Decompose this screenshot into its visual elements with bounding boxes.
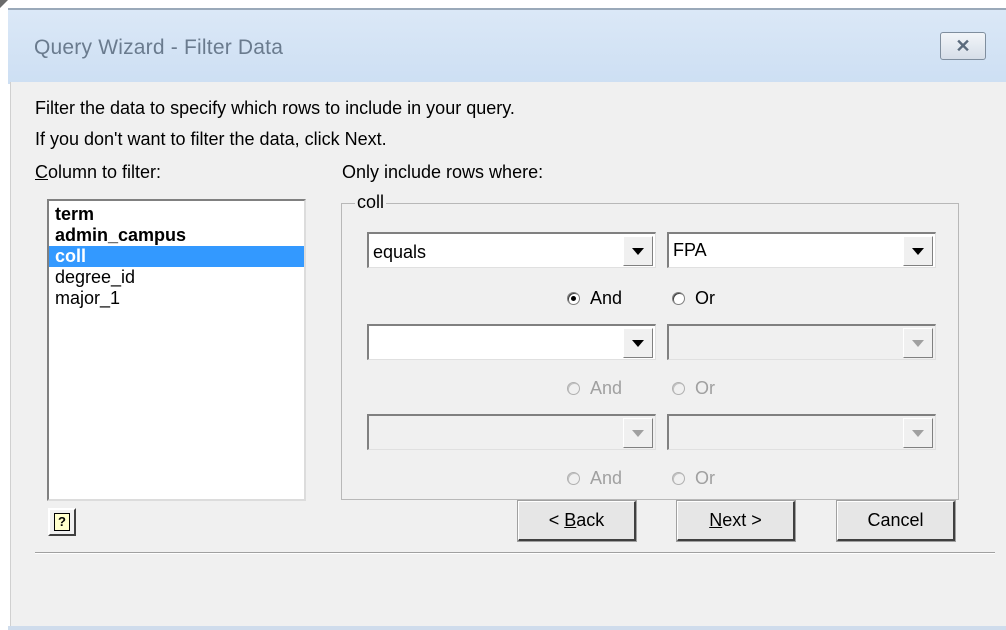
operator-combo-3 bbox=[367, 414, 656, 450]
close-button[interactable]: ✕ bbox=[940, 32, 986, 60]
column-label-rest: olumn to filter: bbox=[48, 162, 162, 182]
or-radio-1[interactable]: Or bbox=[672, 288, 715, 309]
or-radio-3: Or bbox=[672, 468, 715, 489]
column-item-term[interactable]: term bbox=[49, 204, 304, 225]
dialog-body: Filter the data to specify which rows to… bbox=[10, 82, 1006, 630]
cancel-button[interactable]: Cancel bbox=[836, 500, 956, 542]
back-accel: B bbox=[564, 510, 577, 530]
value-dropdown-1[interactable] bbox=[903, 236, 933, 266]
value-combo-1[interactable]: FPA bbox=[667, 232, 936, 268]
back-label: < Back bbox=[549, 510, 605, 531]
and-label-3: And bbox=[590, 468, 623, 488]
back-prefix: < bbox=[548, 510, 565, 530]
chevron-down-icon bbox=[912, 339, 924, 347]
chevron-down-icon bbox=[632, 429, 644, 437]
value-combo-2 bbox=[667, 324, 936, 360]
help-icon: ? bbox=[54, 513, 70, 531]
next-label: Next > bbox=[709, 510, 762, 531]
value-dropdown-2 bbox=[903, 328, 933, 358]
radio-icon bbox=[672, 292, 685, 305]
column-listbox[interactable]: term admin_campus coll degree_id major_1 bbox=[47, 199, 306, 501]
next-accel: N bbox=[709, 510, 723, 530]
column-to-filter-label: Column to filter: bbox=[35, 162, 161, 183]
column-label-accel: C bbox=[35, 162, 48, 182]
column-item-coll[interactable]: coll bbox=[49, 246, 304, 267]
window-corner bbox=[0, 0, 8, 8]
instruction-line-2: If you don't want to filter the data, cl… bbox=[35, 129, 387, 149]
back-button[interactable]: < Back bbox=[517, 500, 637, 542]
instruction-line-1: Filter the data to specify which rows to… bbox=[35, 98, 515, 118]
and-label-1: And bbox=[590, 288, 623, 308]
or-radio-2: Or bbox=[672, 378, 715, 399]
back-rest: ack bbox=[576, 510, 605, 530]
criteria-group-title: coll bbox=[355, 192, 387, 213]
and-radio-2: And bbox=[567, 378, 622, 399]
column-item-degree-id[interactable]: degree_id bbox=[49, 267, 304, 288]
radio-icon bbox=[567, 472, 580, 485]
window-title: Query Wizard - Filter Data bbox=[34, 36, 284, 59]
separator bbox=[35, 552, 995, 554]
operator-value-1: equals bbox=[373, 242, 427, 262]
radio-icon bbox=[567, 382, 580, 395]
chevron-down-icon bbox=[912, 429, 924, 437]
operator-combo-1[interactable]: equals bbox=[367, 232, 656, 268]
and-radio-1[interactable]: And bbox=[567, 288, 622, 309]
next-button[interactable]: Next > bbox=[676, 500, 796, 542]
radio-icon bbox=[672, 472, 685, 485]
criteria-label: Only include rows where: bbox=[342, 162, 544, 182]
and-radio-3: And bbox=[567, 468, 622, 489]
window-frame-bottom bbox=[8, 626, 1006, 630]
column-item-admin-campus[interactable]: admin_campus bbox=[49, 225, 304, 246]
or-label-2: Or bbox=[695, 378, 715, 398]
title-bar[interactable]: Query Wizard - Filter Data ✕ bbox=[8, 8, 1006, 84]
radio-checked-icon bbox=[567, 292, 580, 305]
operator-dropdown-1[interactable] bbox=[623, 236, 653, 266]
next-rest: ext > bbox=[722, 510, 762, 530]
close-icon: ✕ bbox=[955, 35, 971, 56]
or-label-3: Or bbox=[695, 468, 715, 488]
help-button[interactable]: ? bbox=[48, 508, 76, 536]
operator-dropdown-2[interactable] bbox=[623, 328, 653, 358]
value-combo-3 bbox=[667, 414, 936, 450]
operator-combo-2[interactable] bbox=[367, 324, 656, 360]
column-item-major-1[interactable]: major_1 bbox=[49, 288, 304, 309]
operator-dropdown-3 bbox=[623, 418, 653, 448]
or-label-1: Or bbox=[695, 288, 715, 308]
chevron-down-icon bbox=[632, 339, 644, 347]
value-dropdown-3 bbox=[903, 418, 933, 448]
chevron-down-icon bbox=[912, 247, 924, 255]
value-value-1: FPA bbox=[673, 240, 707, 260]
window-frame-left bbox=[0, 0, 8, 630]
chevron-down-icon bbox=[632, 247, 644, 255]
radio-icon bbox=[672, 382, 685, 395]
and-label-2: And bbox=[590, 378, 623, 398]
